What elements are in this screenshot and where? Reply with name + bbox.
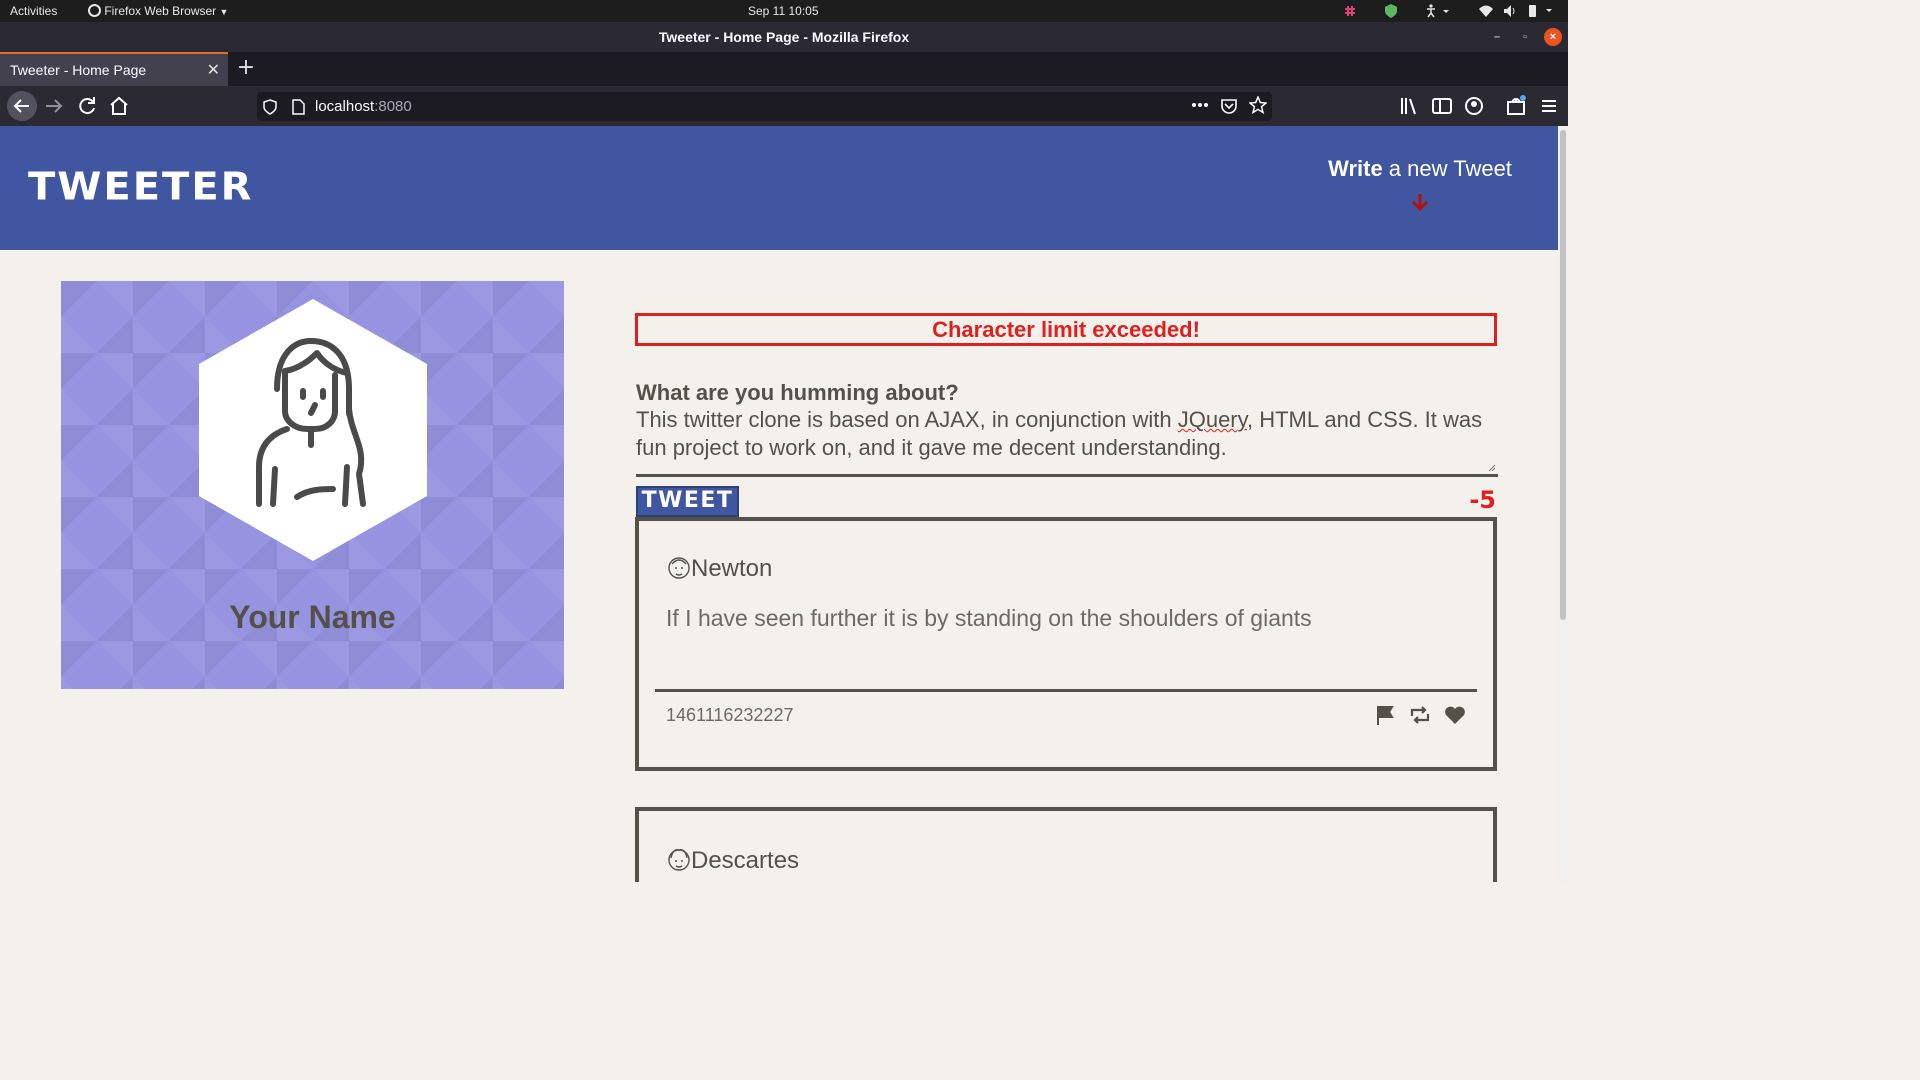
url-bar[interactable]: localhost:8080 <box>257 92 1272 121</box>
tweet-card: Descartes <box>635 807 1497 882</box>
system-top-bar: Activities Firefox Web Browser ▼ Sep 11 … <box>0 0 1568 22</box>
tweet-timestamp: 1461116232227 <box>666 705 794 725</box>
composer-label: What are you humming about? <box>636 380 959 405</box>
reload-button[interactable] <box>75 94 99 118</box>
tweet-actions <box>1369 704 1467 728</box>
tweet-author: Descartes <box>691 847 800 874</box>
tweet-content: If I have seen further it is by standing… <box>666 605 1312 631</box>
page-viewport: TWEETER Write a new Tweet Your Name Char… <box>0 126 1558 882</box>
menu-icon[interactable] <box>1537 94 1561 118</box>
url-host: localhost <box>315 98 375 115</box>
compose-rest: a new Tweet <box>1382 156 1512 181</box>
battery-icon[interactable] <box>1526 3 1562 19</box>
scrollbar-thumb[interactable] <box>1560 130 1566 620</box>
misspelled-word: JQuery <box>1177 407 1247 432</box>
flag-icon[interactable] <box>1375 704 1397 726</box>
author-avatar-icon <box>668 848 690 871</box>
tweet-submit-button[interactable]: TWEET <box>636 486 739 517</box>
wifi-icon[interactable] <box>1478 3 1494 19</box>
character-counter: -5 <box>1469 486 1496 514</box>
url-port: :8080 <box>374 98 412 115</box>
back-button[interactable] <box>7 91 37 121</box>
page-scrollbar[interactable] <box>1558 126 1568 882</box>
site-logo[interactable]: TWEETER <box>28 165 253 209</box>
tab-strip: Tweeter - Home Page ✕ + <box>0 52 1568 86</box>
forward-button[interactable] <box>42 94 66 118</box>
avatar <box>199 299 427 561</box>
retweet-icon[interactable] <box>1408 704 1432 726</box>
profile-card: Your Name <box>61 281 564 689</box>
close-tab-icon[interactable]: ✕ <box>207 60 220 80</box>
arrow-down-icon[interactable] <box>1408 190 1432 214</box>
heart-icon[interactable] <box>1443 704 1467 726</box>
volume-icon[interactable] <box>1502 3 1518 19</box>
author-avatar-icon <box>668 557 690 579</box>
home-button[interactable] <box>107 94 131 118</box>
minimize-button[interactable]: – <box>1489 29 1505 45</box>
resize-handle-icon[interactable] <box>1488 464 1496 472</box>
tracking-shield-icon[interactable] <box>263 99 277 115</box>
firefox-icon <box>88 4 101 17</box>
sidebar-icon[interactable] <box>1430 94 1454 118</box>
bookmark-star-icon[interactable] <box>1249 96 1267 114</box>
close-window-button[interactable]: × <box>1544 28 1562 46</box>
app-menu-label: Firefox Web Browser <box>104 4 217 18</box>
shield-icon[interactable] <box>1383 3 1399 19</box>
new-tab-button[interactable]: + <box>236 55 256 80</box>
app-menu[interactable]: Firefox Web Browser ▼ <box>88 4 228 18</box>
url-text[interactable]: localhost:8080 <box>315 98 412 115</box>
site-header: TWEETER Write a new Tweet <box>0 126 1558 250</box>
tweet-card: Newton If I have seen further it is by s… <box>635 517 1497 771</box>
accessibility-icon[interactable] <box>1425 3 1451 19</box>
tweet-text-part: This twitter clone is based on AJAX, in … <box>636 407 1178 432</box>
tweet-divider <box>655 689 1477 692</box>
tab-tweeter-home[interactable]: Tweeter - Home Page ✕ <box>0 52 228 86</box>
account-icon[interactable] <box>1462 94 1486 118</box>
clock[interactable]: Sep 11 10:05 <box>748 4 819 18</box>
slack-icon[interactable] <box>1342 3 1358 19</box>
page-icon[interactable] <box>291 99 305 115</box>
library-icon[interactable] <box>1398 94 1422 118</box>
pocket-icon[interactable] <box>1220 97 1238 115</box>
profile-name: Your Name <box>229 599 396 635</box>
chevron-down-icon: ▼ <box>219 7 229 17</box>
page-actions-icon[interactable] <box>1191 102 1209 108</box>
maximize-button[interactable]: ▫ <box>1517 29 1533 45</box>
error-message: Character limit exceeded! <box>635 313 1497 346</box>
write-tweet-link[interactable]: Write a new Tweet <box>1300 156 1540 182</box>
window-titlebar: Tweeter - Home Page - Mozilla Firefox – … <box>0 22 1568 52</box>
compose-bold: Write <box>1328 156 1383 181</box>
tweet-author: Newton <box>691 555 773 582</box>
nav-toolbar: localhost:8080 <box>0 86 1568 126</box>
window-title: Tweeter - Home Page - Mozilla Firefox <box>658 29 910 45</box>
tweet-textarea[interactable]: This twitter clone is based on AJAX, in … <box>636 406 1498 477</box>
activities-button[interactable]: Activities <box>10 4 57 18</box>
extensions-icon[interactable] <box>1504 94 1528 118</box>
tab-title: Tweeter - Home Page <box>10 62 147 78</box>
